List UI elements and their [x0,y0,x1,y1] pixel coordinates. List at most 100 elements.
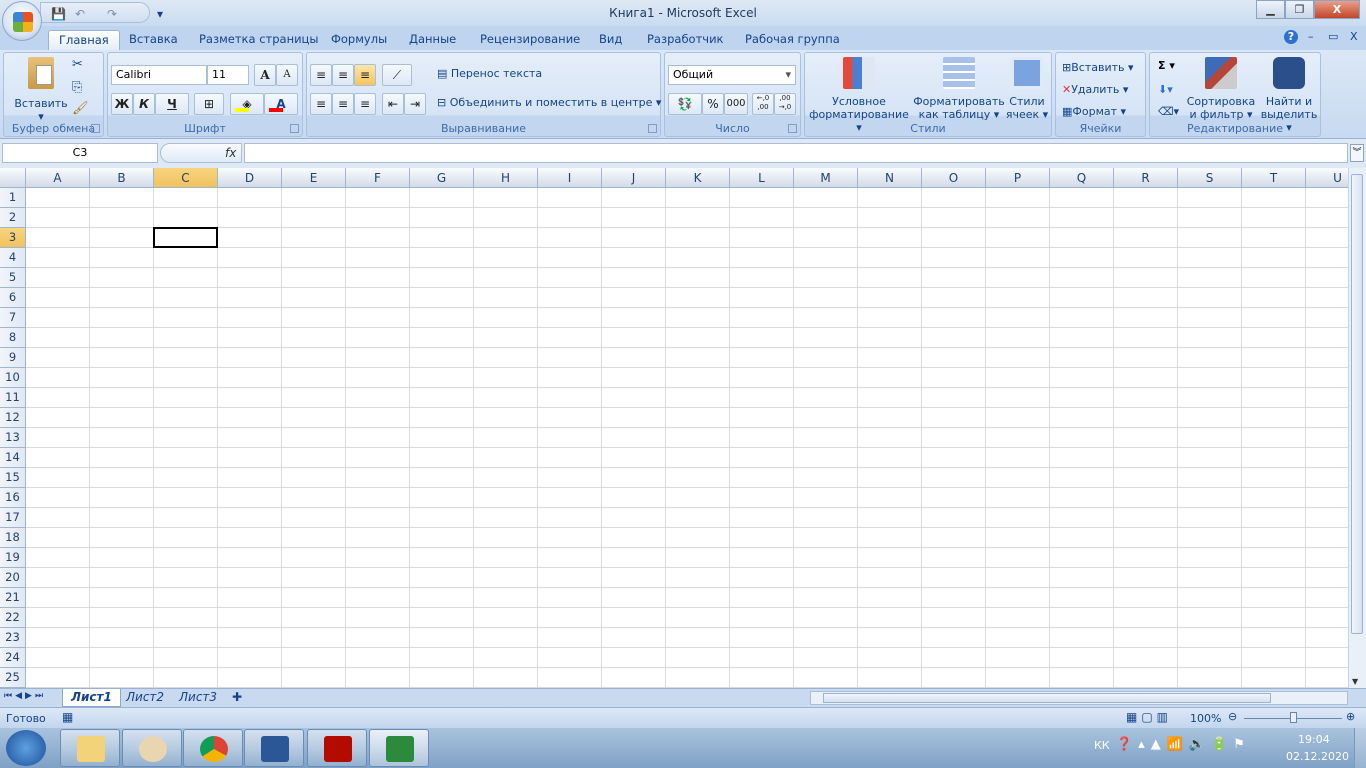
autosum-button[interactable]: Σ ▾ [1158,59,1175,72]
format-painter-icon[interactable]: 🖌 [72,101,89,116]
row-header[interactable]: 19 [0,548,26,568]
taskbar-acrobat[interactable] [307,729,367,767]
row-header[interactable]: 10 [0,368,26,388]
column-header[interactable]: G [410,168,474,188]
column-header[interactable]: B [90,168,154,188]
column-header[interactable]: M [794,168,858,188]
sheet-nav-icons[interactable]: ⏮◀▶⏭ [4,691,46,701]
font-name-select[interactable]: Calibri [111,65,207,85]
ribbon-close-button[interactable]: X [1350,30,1358,43]
taskbar-explorer[interactable] [60,729,120,767]
row-header[interactable]: 16 [0,488,26,508]
italic-button[interactable]: К [133,93,155,115]
align-top-button[interactable]: ≡ [310,64,332,86]
row-header[interactable]: 3 [0,228,26,248]
show-desktop-button[interactable] [1354,728,1366,768]
save-icon[interactable]: 💾 [51,7,66,21]
close-button[interactable]: X [1314,0,1360,19]
column-header[interactable]: R [1114,168,1178,188]
cut-icon[interactable]: ✂ [72,57,83,72]
select-all-button[interactable] [0,168,26,188]
align-bottom-button[interactable]: ≡ [354,64,376,86]
align-middle-button[interactable]: ≡ [332,64,354,86]
taskbar-word[interactable] [244,729,304,767]
undo-icon[interactable]: ↶ [75,7,85,21]
column-header[interactable]: U [1306,168,1348,188]
row-header[interactable]: 11 [0,388,26,408]
dialog-launcher-icon[interactable] [788,124,797,133]
clock-date[interactable]: 02.12.2020 [1286,750,1349,763]
language-indicator[interactable]: КК [1094,739,1110,752]
tab-developer[interactable]: Разработчик [637,30,734,50]
sort-filter-button[interactable]: Сортировка и фильтр ▾ [1186,57,1256,121]
active-cell[interactable] [153,227,218,248]
taskbar-chrome[interactable] [183,729,243,767]
scroll-thumb[interactable] [1351,174,1363,634]
row-header[interactable]: 9 [0,348,26,368]
thousands-button[interactable]: 000 [724,93,748,115]
clear-button[interactable]: ⌫▾ [1158,105,1179,118]
cell-styles-button[interactable]: Стили ячеек ▾ [1005,57,1049,121]
font-color-button[interactable]: A [264,93,298,115]
underline-button[interactable]: Ч [155,93,189,115]
column-header[interactable]: I [538,168,602,188]
sheet-tab[interactable]: Лист1 [62,689,121,707]
horizontal-scrollbar[interactable] [810,691,1348,705]
delete-cells-button[interactable]: ✕Удалить ▾ [1062,83,1128,96]
scroll-down-icon[interactable]: ▼ [1352,677,1358,686]
column-header[interactable]: L [730,168,794,188]
row-header[interactable]: 13 [0,428,26,448]
row-header[interactable]: 23 [0,628,26,648]
column-header[interactable]: O [922,168,986,188]
percent-button[interactable]: % [702,93,724,115]
dialog-launcher-icon[interactable] [648,124,657,133]
format-cells-button[interactable]: ▦Формат ▾ [1062,105,1126,118]
expand-formula-bar-button[interactable]: ︾ [1350,144,1364,162]
insert-cells-button[interactable]: ⊞Вставить ▾ [1062,61,1134,74]
column-header[interactable]: C [154,168,218,188]
copy-icon[interactable]: ⎘ [72,80,82,95]
tab-data[interactable]: Данные [399,30,466,50]
bold-button[interactable]: Ж [111,93,133,115]
vertical-scrollbar[interactable]: ▼ [1348,168,1366,688]
grow-font-button[interactable]: A [254,64,276,86]
macro-record-icon[interactable]: ▦ [62,710,73,724]
tab-workgroup[interactable]: Рабочая группа [735,30,850,50]
column-header[interactable]: N [858,168,922,188]
row-header[interactable]: 8 [0,328,26,348]
office-button[interactable] [2,1,42,41]
formula-input[interactable] [244,143,1348,163]
column-header[interactable]: A [26,168,90,188]
tab-view[interactable]: Вид [589,30,632,50]
view-buttons[interactable]: ▦▢▥ [1126,710,1172,724]
font-size-select[interactable]: 11 [207,65,249,85]
help-icon[interactable]: ? [1284,30,1298,44]
row-header[interactable]: 17 [0,508,26,528]
tab-review[interactable]: Рецензирование [470,30,590,50]
row-header[interactable]: 15 [0,468,26,488]
row-header[interactable]: 18 [0,528,26,548]
ribbon-restore-button[interactable]: ▭ [1328,30,1338,43]
fill-color-button[interactable]: ◈ [230,93,264,115]
row-header[interactable]: 20 [0,568,26,588]
name-box[interactable]: C3 [2,143,158,163]
column-header[interactable]: E [282,168,346,188]
column-header[interactable]: Q [1050,168,1114,188]
paste-button[interactable]: Вставить ▾ [8,57,74,123]
row-header[interactable]: 1 [0,188,26,208]
increase-indent-button[interactable]: ⇥ [404,93,426,115]
wrap-text-button[interactable]: ▤ Перенос текста [437,67,542,80]
dialog-launcher-icon[interactable] [91,124,100,133]
align-right-button[interactable]: ≡ [354,93,376,115]
row-header[interactable]: 21 [0,588,26,608]
insert-sheet-icon[interactable]: ✚ [224,689,250,707]
row-header[interactable]: 4 [0,248,26,268]
clock-time[interactable]: 19:04 [1298,733,1330,746]
row-header[interactable]: 12 [0,408,26,428]
minimize-button[interactable]: ▁ [1256,0,1285,19]
tab-home[interactable]: Главная [48,30,120,50]
row-header[interactable]: 5 [0,268,26,288]
merge-center-button[interactable]: ⊟ Объединить и поместить в центре ▾ [437,96,661,109]
column-header[interactable]: J [602,168,666,188]
sheet-tab[interactable]: Лист3 [171,689,225,707]
